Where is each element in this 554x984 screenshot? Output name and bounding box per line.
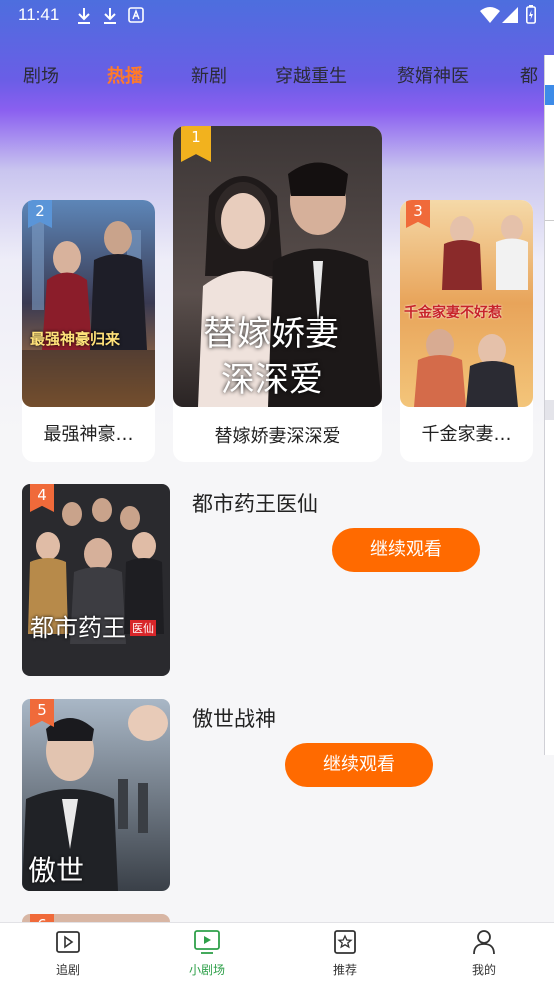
nav-recommend[interactable]: 推荐 [305, 929, 385, 978]
overlay-panel-edge [544, 55, 554, 755]
nav-follow[interactable]: 追剧 [28, 929, 108, 978]
poster-title-art-line2: 深深爱 [221, 360, 323, 400]
tab-son-in-law[interactable]: 赘婿神医 [397, 62, 469, 88]
poster-image: 都市药王 医仙 4 [22, 484, 170, 676]
category-tabs: 剧场 热播 新剧 穿越重生 赘婿神医 都 [0, 52, 554, 98]
drama-title: 最强神豪… [43, 424, 134, 445]
download-icon [78, 8, 90, 24]
poster-image: 最强神豪归来 2 [22, 200, 155, 407]
poster-tag: 医仙 [130, 620, 156, 636]
nav-label: 我的 [471, 963, 496, 977]
list-item[interactable]: 傲世 5 傲世战神 继续观看 [22, 699, 532, 891]
list-item[interactable]: 都市药王 医仙 4 都市药王医仙 继续观看 [22, 484, 532, 676]
continue-watching-button[interactable]: 继续观看 [285, 743, 433, 787]
featured-card-rank-3[interactable]: 千金家妻不好惹 3 千金家妻… [400, 200, 533, 462]
drama-title: 千金家妻… [421, 424, 512, 445]
drama-title: 傲世战神 [192, 707, 276, 731]
battery-icon [526, 5, 536, 24]
tab-hot[interactable]: 热播 [107, 62, 143, 88]
status-time: 11:41 [18, 5, 60, 24]
download-icon [104, 8, 116, 24]
poster-title-art-line1: 替嫁娇妻 [203, 314, 339, 354]
tab-time-travel[interactable]: 穿越重生 [275, 62, 347, 88]
poster-title-art: 傲世 [28, 854, 85, 887]
nav-mini-theater[interactable]: 小剧场 [167, 929, 247, 978]
poster-title-art: 千金家妻不好惹 [404, 305, 502, 321]
nav-label: 小剧场 [188, 963, 225, 977]
nav-label: 追剧 [55, 963, 80, 977]
tab-theater[interactable]: 剧场 [23, 62, 59, 88]
signal-icon [502, 7, 518, 23]
wifi-icon [480, 7, 500, 23]
nav-profile[interactable]: 我的 [444, 929, 524, 978]
featured-card-rank-1[interactable]: 替嫁娇妻 深深爱 1 替嫁娇妻深深爱 [173, 126, 382, 462]
keyboard-indicator-icon [128, 7, 144, 23]
status-bar: 11:41 [0, 0, 554, 32]
nav-label: 推荐 [332, 963, 357, 977]
play-square-icon [56, 931, 80, 953]
poster-image: 替嫁娇妻 深深爱 1 [173, 126, 382, 407]
featured-card-rank-2[interactable]: 最强神豪归来 2 最强神豪… [22, 200, 155, 462]
poster-title-art: 都市药王 [30, 614, 126, 642]
poster-image: 傲世 5 [22, 699, 170, 891]
drama-title: 替嫁娇妻深深爱 [214, 426, 341, 447]
tab-new[interactable]: 新剧 [191, 62, 227, 88]
poster-title-art: 最强神豪归来 [30, 330, 121, 348]
poster-image: 千金家妻不好惹 3 [400, 200, 533, 407]
bottom-navigation: 追剧 小剧场 推荐 我的 [0, 922, 554, 984]
continue-watching-button[interactable]: 继续观看 [332, 528, 480, 572]
drama-title: 都市药王医仙 [192, 492, 318, 516]
person-icon [473, 930, 495, 955]
star-bookmark-icon [334, 930, 356, 954]
tv-play-icon [194, 930, 220, 954]
tab-city[interactable]: 都 [520, 62, 538, 88]
